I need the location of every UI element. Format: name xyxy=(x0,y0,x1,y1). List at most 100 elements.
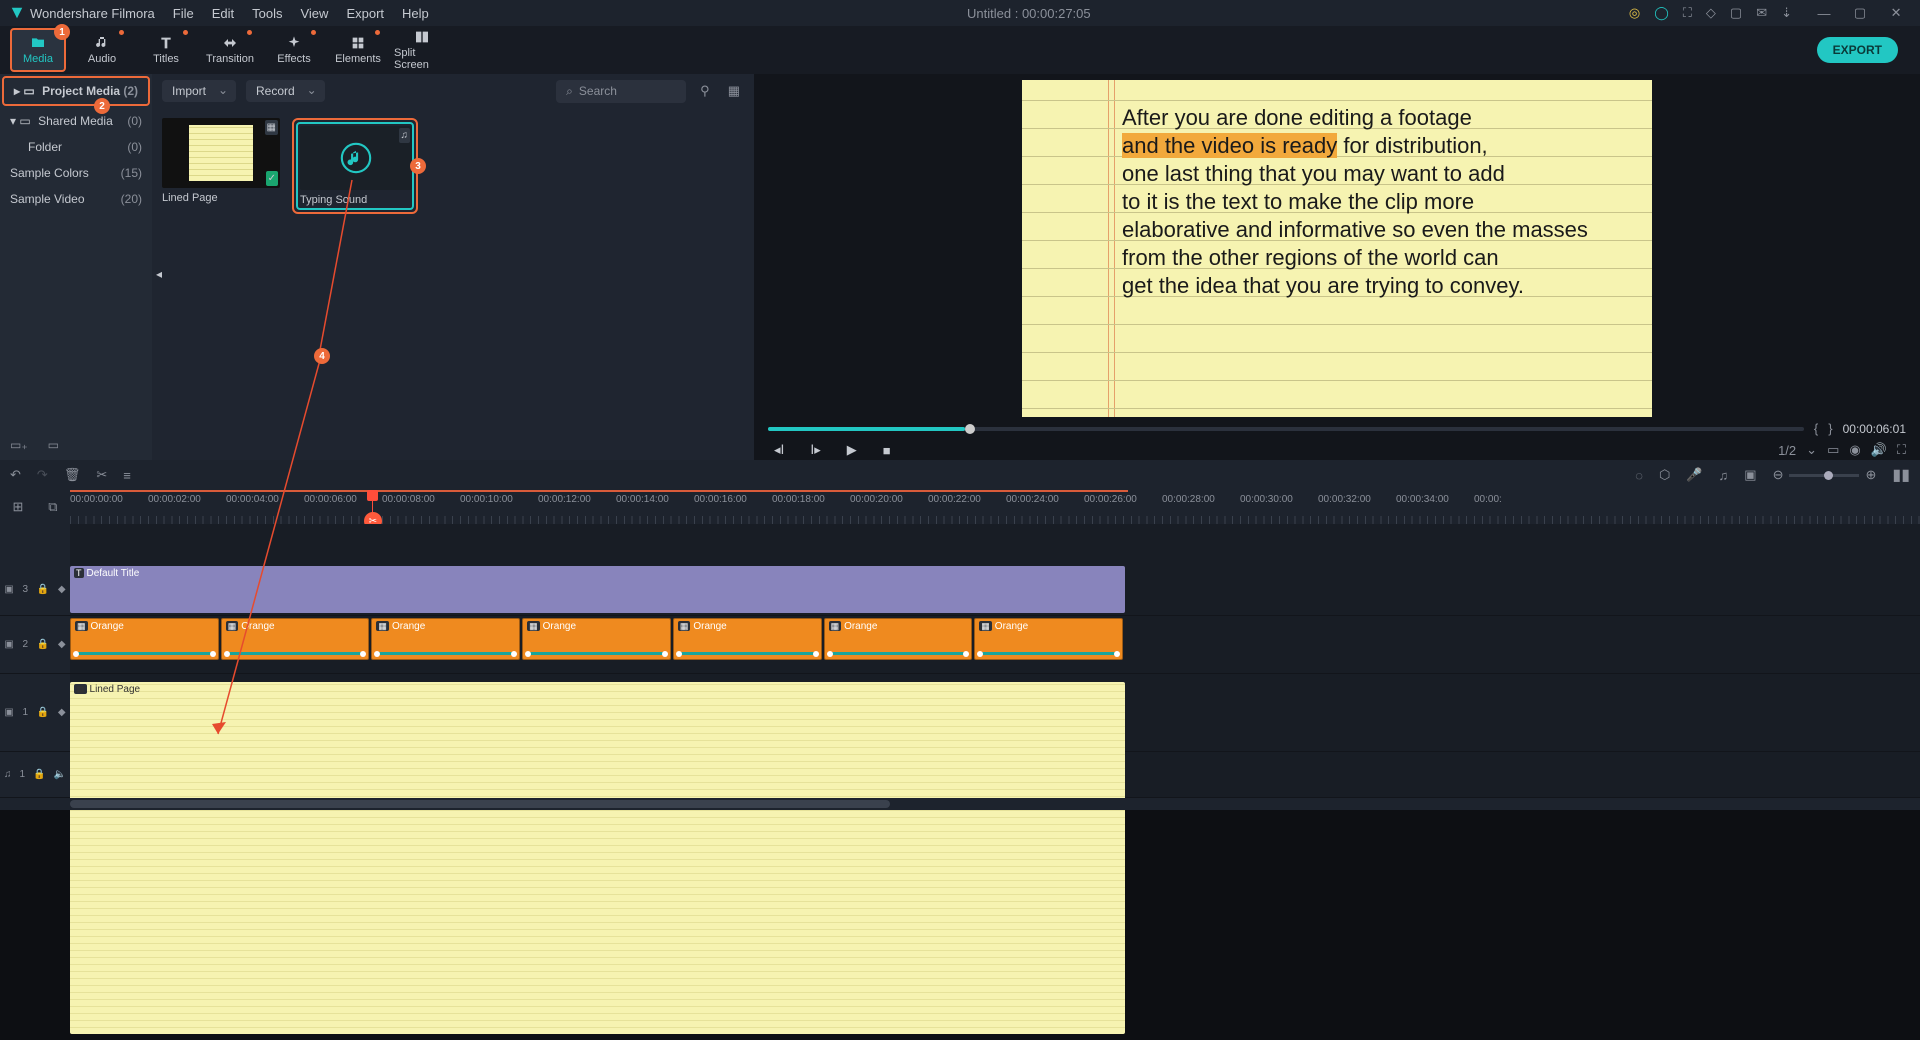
mark-in-icon[interactable]: { xyxy=(1814,421,1818,436)
track-add-icon[interactable]: ⊞ xyxy=(12,499,23,515)
adjust-icon[interactable]: ≡ xyxy=(123,468,131,483)
prev-frame-icon[interactable]: ◂Ⅰ xyxy=(768,442,790,458)
clip-lined-page[interactable]: ▦Lined Page xyxy=(70,682,1125,1034)
transport-controls: ◂Ⅰ Ⅰ▸ ▶ ■ 1/2 ⌄ ▭ ◉ 🔊 ⛶ xyxy=(762,440,1912,460)
snapshot-icon[interactable]: ◉ xyxy=(1849,442,1860,458)
sidebar-item-project-media[interactable]: ▸ ▭ Project Media (2) 2 xyxy=(2,76,150,106)
clip-orange[interactable]: ▦Orange xyxy=(824,618,973,660)
export-button[interactable]: EXPORT xyxy=(1817,37,1898,63)
zoom-control[interactable]: ⊖ ⊕ xyxy=(1773,467,1877,483)
voiceover-icon[interactable]: 🎤 xyxy=(1686,467,1702,483)
tab-transition[interactable]: Transition xyxy=(202,28,258,72)
headset-icon[interactable]: ◯ xyxy=(1654,5,1669,21)
lock-icon[interactable]: 🔒 xyxy=(37,584,49,595)
mark-out-icon[interactable]: } xyxy=(1828,421,1832,436)
tab-effects[interactable]: Effects xyxy=(266,28,322,72)
clip-orange[interactable]: ▦Orange xyxy=(70,618,219,660)
lock-icon[interactable]: 🔒 xyxy=(37,639,49,650)
tab-titles[interactable]: Titles xyxy=(138,28,194,72)
clip-orange[interactable]: ▦Orange xyxy=(673,618,822,660)
media-item-typing-sound[interactable]: ♫ Typing Sound xyxy=(296,122,414,210)
zoom-out-icon[interactable]: ⊖ xyxy=(1773,467,1784,483)
timeline-ruler[interactable]: ✂ 00:00:00:0000:00:02:0000:00:04:0000:00… xyxy=(70,490,1920,524)
redo-icon[interactable]: ↷ xyxy=(37,467,48,483)
save-icon[interactable]: ▢ xyxy=(1730,5,1742,21)
image-clip-icon: ▦ xyxy=(74,684,87,694)
play-icon[interactable]: Ⅰ▸ xyxy=(804,442,826,458)
account-icon[interactable]: ◇ xyxy=(1706,5,1716,21)
sidebar-item-sample-colors[interactable]: Sample Colors(15) xyxy=(0,160,152,186)
volume-icon[interactable]: 🔊 xyxy=(1871,442,1887,458)
tab-elements[interactable]: Elements xyxy=(330,28,386,72)
link-icon[interactable]: ⧉ xyxy=(48,499,57,515)
clip-orange[interactable]: ▦Orange xyxy=(522,618,671,660)
menu-view[interactable]: View xyxy=(300,6,328,21)
grid-view-icon[interactable]: ▦ xyxy=(724,83,744,99)
play-button[interactable]: ▶ xyxy=(841,442,863,458)
filter-icon[interactable]: ⚲ xyxy=(696,83,714,99)
audio-clip-icon xyxy=(339,141,373,175)
visibility-icon[interactable]: ◆ xyxy=(58,584,66,595)
new-folder-icon[interactable]: ▭₊ xyxy=(10,438,28,452)
lock-icon[interactable]: 🔒 xyxy=(33,769,45,780)
mute-icon[interactable]: 🔈 xyxy=(54,769,66,780)
transition-icon xyxy=(221,35,239,51)
split-icon[interactable]: ✂ xyxy=(96,467,107,483)
mixer-icon[interactable]: ♫ xyxy=(1719,468,1729,483)
tab-split-screen[interactable]: Split Screen xyxy=(394,28,450,72)
tab-audio[interactable]: Audio xyxy=(74,28,130,72)
undo-icon[interactable]: ↶ xyxy=(10,467,21,483)
cloud-icon[interactable]: ⇣ xyxy=(1781,5,1792,21)
progress-bar[interactable] xyxy=(768,427,1804,431)
minimize-icon[interactable]: — xyxy=(1810,6,1838,21)
media-item-lined-page[interactable]: ▦ ✓ Lined Page xyxy=(162,118,280,214)
tips-icon[interactable]: ◎ xyxy=(1629,5,1640,21)
close-icon[interactable]: ✕ xyxy=(1882,5,1910,21)
checkmark-icon: ✓ xyxy=(266,171,278,186)
zoom-ratio[interactable]: 1/2 xyxy=(1778,443,1796,458)
zoom-in-icon[interactable]: ⊕ xyxy=(1865,467,1876,483)
menu-help[interactable]: Help xyxy=(402,6,429,21)
visibility-icon[interactable]: ◆ xyxy=(58,707,66,718)
marker-icon[interactable]: ⬡ xyxy=(1659,467,1670,483)
quality-icon[interactable]: ▭ xyxy=(1827,442,1839,458)
crop-icon[interactable]: ▣ xyxy=(1744,467,1756,483)
lock-icon[interactable]: 🔒 xyxy=(37,707,49,718)
menu-file[interactable]: File xyxy=(173,6,194,21)
music-badge-icon: ♫ xyxy=(399,128,411,143)
sidebar-item-sample-video[interactable]: Sample Video(20) xyxy=(0,186,152,212)
sidebar-item-folder[interactable]: Folder(0) xyxy=(0,134,152,160)
library-sidebar: ▸ ▭ Project Media (2) 2 ▾ ▭ Shared Media… xyxy=(0,74,152,460)
clip-orange[interactable]: ▦Orange xyxy=(371,618,520,660)
folder-icon xyxy=(29,35,47,51)
stop-icon[interactable]: ■ xyxy=(877,443,897,458)
render-icon[interactable]: ◌ xyxy=(1635,468,1643,483)
elements-icon xyxy=(349,35,367,51)
open-folder-icon[interactable]: ▭ xyxy=(48,438,59,452)
message-icon[interactable]: ✉ xyxy=(1756,5,1767,21)
ruler-area: ⊞ ⧉ ✂ 00:00:00:0000:00:02:0000:00:04:000… xyxy=(0,490,1920,524)
visibility-icon[interactable]: ◆ xyxy=(58,639,66,650)
menubar: Wondershare Filmora File Edit Tools View… xyxy=(0,0,1920,26)
search-input[interactable]: ⌕ Search xyxy=(556,80,686,103)
split-marker-icon[interactable]: ✂ xyxy=(364,512,382,524)
gift-icon[interactable]: ⛶ xyxy=(1683,5,1692,21)
zoom-fit-icon[interactable]: ▮▮ xyxy=(1892,465,1910,485)
maximize-icon[interactable]: ▢ xyxy=(1846,5,1874,21)
collapse-sidebar-icon[interactable]: ◂ xyxy=(156,267,162,281)
sidebar-item-shared-media[interactable]: ▾ ▭ Shared Media (0) xyxy=(0,108,152,134)
split-icon xyxy=(413,29,431,45)
timeline-scrollbar[interactable] xyxy=(0,798,1920,810)
zoom-dropdown-icon[interactable]: ⌄ xyxy=(1806,442,1817,458)
clip-orange[interactable]: ▦Orange xyxy=(974,618,1123,660)
fullscreen-icon[interactable]: ⛶ xyxy=(1897,442,1906,458)
menu-edit[interactable]: Edit xyxy=(212,6,234,21)
record-dropdown[interactable]: Record xyxy=(246,80,325,102)
import-dropdown[interactable]: Import xyxy=(162,80,236,102)
clip-default-title[interactable]: TDefault Title xyxy=(70,566,1125,613)
menu-tools[interactable]: Tools xyxy=(252,6,282,21)
delete-icon[interactable]: 🗑 xyxy=(64,467,81,483)
menu-export[interactable]: Export xyxy=(346,6,384,21)
tab-media[interactable]: Media 1 xyxy=(10,28,66,72)
clip-orange[interactable]: ▦Orange xyxy=(221,618,370,660)
